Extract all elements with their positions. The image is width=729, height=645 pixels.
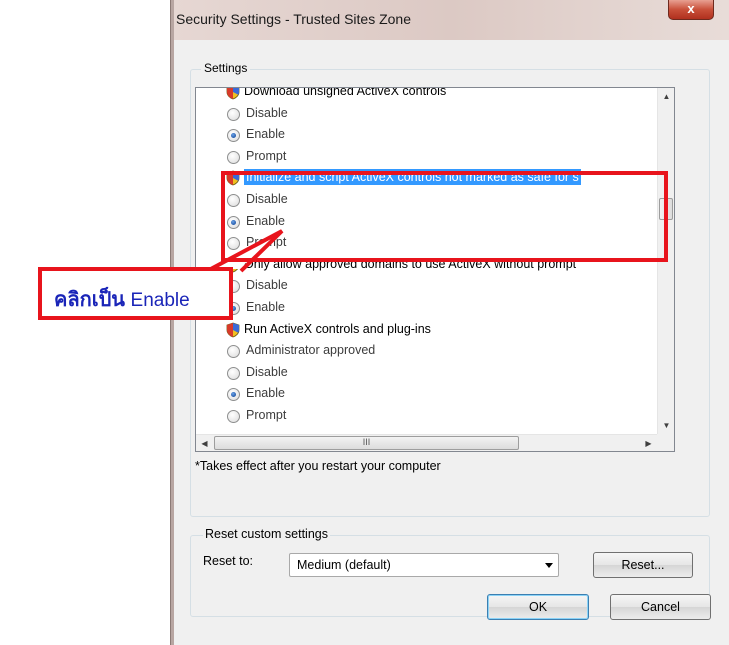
radio-button[interactable] <box>227 107 240 121</box>
setting-option[interactable]: Disable <box>196 103 658 125</box>
highlight-box <box>221 171 668 262</box>
setting-option[interactable]: Enable <box>196 124 658 146</box>
setting-option[interactable]: Enable <box>196 383 658 405</box>
annotation-text-en: Enable <box>130 290 190 311</box>
annotation-callout: คลิกเป็น Enable <box>38 267 233 320</box>
setting-option-label: Enable <box>246 386 285 401</box>
radio-button[interactable] <box>227 388 240 402</box>
setting-option-label: Disable <box>246 105 288 120</box>
setting-option[interactable]: Disable <box>196 362 658 384</box>
radio-button[interactable] <box>227 345 240 359</box>
radio-button[interactable] <box>227 129 240 143</box>
scroll-down-button[interactable]: ▼ <box>658 417 674 434</box>
reset-to-label: Reset to: <box>203 554 254 568</box>
close-button[interactable]: x <box>668 0 714 20</box>
setting-option-label: Enable <box>246 127 285 142</box>
setting-option-label: Disable <box>246 278 288 293</box>
horizontal-scroll-thumb[interactable]: III <box>214 436 519 450</box>
setting-option-label: Administrator approved <box>246 343 376 358</box>
horizontal-scrollbar[interactable]: ◀ III ▶ <box>196 434 657 451</box>
scrollbar-corner <box>657 434 674 451</box>
restart-note: *Takes effect after you restart your com… <box>195 459 441 473</box>
cancel-button[interactable]: Cancel <box>610 594 711 620</box>
setting-category-label: Download unsigned ActiveX controls <box>244 87 447 98</box>
settings-legend: Settings <box>201 61 251 75</box>
annotation-text-thai: คลิกเป็น <box>54 289 125 311</box>
radio-button[interactable] <box>227 366 240 380</box>
dialog-body: Settings Download unsigned ActiveX contr… <box>174 40 729 645</box>
setting-option[interactable]: Disable <box>196 275 658 297</box>
setting-option[interactable]: Prompt <box>196 405 658 427</box>
setting-option-label: Disable <box>246 364 288 379</box>
radio-button[interactable] <box>227 409 240 423</box>
scroll-up-button[interactable]: ▲ <box>658 88 674 105</box>
reset-button[interactable]: Reset... <box>593 552 693 578</box>
window-title: Security Settings - Trusted Sites Zone <box>176 11 411 27</box>
setting-option[interactable]: Enable <box>196 297 658 319</box>
setting-category-label: Run ActiveX controls and plug-ins <box>244 321 431 336</box>
radio-button[interactable] <box>227 150 240 164</box>
setting-option-label: Prompt <box>246 148 287 163</box>
settings-tree[interactable]: Download unsigned ActiveX controls Disabl… <box>195 87 675 452</box>
ok-button[interactable]: OK <box>487 594 589 620</box>
reset-legend: Reset custom settings <box>203 527 330 541</box>
reset-level-dropdown[interactable]: Medium (default) <box>289 553 559 577</box>
reset-level-value: Medium (default) <box>297 558 391 572</box>
shield-icon <box>225 88 241 100</box>
setting-option-label: Enable <box>246 299 285 314</box>
setting-category[interactable]: Run ActiveX controls and plug-ins <box>196 319 658 341</box>
setting-option[interactable]: Prompt <box>196 146 658 168</box>
security-settings-dialog: Security Settings - Trusted Sites Zone x… <box>174 0 729 645</box>
chevron-down-icon <box>545 563 553 568</box>
scroll-right-button[interactable]: ▶ <box>640 435 657 451</box>
title-bar: Security Settings - Trusted Sites Zone x <box>174 0 729 40</box>
shield-icon <box>225 322 241 338</box>
setting-option-label: Prompt <box>246 407 287 422</box>
setting-option[interactable]: Administrator approved <box>196 340 658 362</box>
setting-category[interactable]: Download unsigned ActiveX controls <box>196 87 658 103</box>
scroll-left-button[interactable]: ◀ <box>196 435 213 451</box>
annotation-text: คลิกเป็น Enable <box>54 283 190 315</box>
